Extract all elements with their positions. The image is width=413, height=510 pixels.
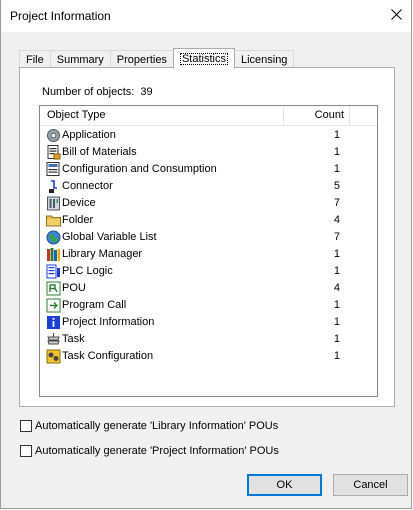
list-item[interactable]: Global Variable List 7 bbox=[40, 229, 377, 246]
list-item-name: Bill of Materials bbox=[62, 146, 137, 158]
list-item[interactable]: Connector 5 bbox=[40, 178, 377, 195]
title-bar: Project Information bbox=[1, 0, 411, 32]
column-header-count[interactable]: Count bbox=[286, 109, 344, 121]
task-configuration-icon bbox=[46, 349, 61, 364]
list-item[interactable]: Device 7 bbox=[40, 195, 377, 212]
project-information-dialog: Project Information File Summary Propert… bbox=[0, 0, 412, 509]
statistics-panel: Number of objects: 39 Object Type Count A… bbox=[19, 67, 395, 407]
device-icon bbox=[46, 196, 61, 211]
list-item-count: 1 bbox=[333, 350, 340, 362]
list-item-count: 4 bbox=[333, 282, 340, 294]
connector-icon bbox=[46, 179, 61, 194]
list-item-name: Configuration and Consumption bbox=[62, 163, 217, 175]
tab-licensing-label: Licensing bbox=[240, 54, 288, 66]
list-rows: Application 1 Bill of Materials 1 Config… bbox=[40, 127, 377, 365]
window-title: Project Information bbox=[10, 9, 111, 23]
folder-icon bbox=[46, 213, 61, 228]
list-item[interactable]: Application 1 bbox=[40, 127, 377, 144]
task-icon bbox=[46, 332, 61, 347]
cancel-button[interactable]: Cancel bbox=[333, 474, 408, 496]
list-item[interactable]: Program Call 1 bbox=[40, 297, 377, 314]
info-icon bbox=[46, 315, 61, 330]
plc-logic-icon bbox=[46, 264, 61, 279]
tab-properties-label: Properties bbox=[116, 54, 167, 66]
list-item-name: Project Information bbox=[62, 316, 155, 328]
list-item[interactable]: PLC Logic 1 bbox=[40, 263, 377, 280]
list-item-count: 1 bbox=[333, 248, 340, 260]
project-info-option[interactable]: Automatically generate 'Project Informat… bbox=[20, 445, 279, 457]
library-info-option[interactable]: Automatically generate 'Library Informat… bbox=[20, 420, 278, 432]
list-item-name: Task bbox=[62, 333, 85, 345]
library-icon bbox=[46, 247, 61, 262]
list-item[interactable]: POU 4 bbox=[40, 280, 377, 297]
tab-statistics-label: Statistics bbox=[179, 53, 228, 65]
list-item[interactable]: Task Configuration 1 bbox=[40, 348, 377, 365]
list-item[interactable]: Folder 4 bbox=[40, 212, 377, 229]
list-item-name: POU bbox=[62, 282, 86, 294]
list-item[interactable]: Bill of Materials 1 bbox=[40, 144, 377, 161]
list-item-count: 1 bbox=[333, 333, 340, 345]
list-item-count: 1 bbox=[333, 299, 340, 311]
tab-strip: File Summary Properties Statistics Licen… bbox=[19, 48, 295, 69]
list-item-count: 1 bbox=[333, 129, 340, 141]
close-icon bbox=[390, 9, 402, 23]
list-item-count: 4 bbox=[333, 214, 340, 226]
close-button[interactable] bbox=[381, 0, 411, 32]
project-info-checkbox[interactable] bbox=[20, 445, 32, 457]
tab-summary-label: Summary bbox=[56, 54, 104, 66]
list-item[interactable]: Configuration and Consumption 1 bbox=[40, 161, 377, 178]
list-item-count: 1 bbox=[333, 163, 340, 175]
globe-icon bbox=[46, 230, 61, 245]
list-item-count: 1 bbox=[333, 146, 340, 158]
list-item[interactable]: Task 1 bbox=[40, 331, 377, 348]
list-item-count: 7 bbox=[333, 231, 340, 243]
list-item-name: Application bbox=[62, 129, 116, 141]
list-item-count: 1 bbox=[333, 265, 340, 277]
object-count-label: Number of objects: bbox=[42, 86, 135, 98]
object-count-line: Number of objects: 39 bbox=[42, 86, 153, 98]
program-call-icon bbox=[46, 298, 61, 313]
object-type-list[interactable]: Object Type Count Application 1 Bill of … bbox=[39, 105, 378, 397]
list-item-name: Folder bbox=[62, 214, 94, 226]
list-item-name: Task Configuration bbox=[62, 350, 154, 362]
tab-statistics[interactable]: Statistics bbox=[172, 48, 235, 69]
bill-of-materials-icon bbox=[46, 145, 61, 160]
list-item-name: PLC Logic bbox=[62, 265, 113, 277]
list-item-count: 7 bbox=[333, 197, 340, 209]
tab-file-label: File bbox=[26, 54, 44, 66]
column-divider[interactable] bbox=[349, 106, 350, 125]
gear-icon bbox=[46, 128, 61, 143]
ok-button[interactable]: OK bbox=[247, 474, 322, 496]
list-item-name: Program Call bbox=[62, 299, 127, 311]
list-item-count: 5 bbox=[333, 180, 340, 192]
list-item-name: Global Variable List bbox=[62, 231, 157, 243]
list-item-count: 1 bbox=[333, 316, 340, 328]
object-count-value: 39 bbox=[140, 86, 153, 98]
library-info-label: Automatically generate 'Library Informat… bbox=[35, 420, 279, 432]
column-divider[interactable] bbox=[283, 106, 284, 125]
column-header-object-type[interactable]: Object Type bbox=[47, 109, 106, 121]
pou-icon bbox=[46, 281, 61, 296]
list-item-name: Connector bbox=[62, 180, 113, 192]
list-header: Object Type Count bbox=[40, 106, 377, 126]
list-item[interactable]: Library Manager 1 bbox=[40, 246, 377, 263]
configuration-icon bbox=[46, 162, 61, 177]
list-item-name: Library Manager bbox=[62, 248, 143, 260]
project-info-label: Automatically generate 'Project Informat… bbox=[35, 445, 279, 457]
library-info-checkbox[interactable] bbox=[20, 420, 32, 432]
list-item[interactable]: Project Information 1 bbox=[40, 314, 377, 331]
list-item-name: Device bbox=[62, 197, 96, 209]
